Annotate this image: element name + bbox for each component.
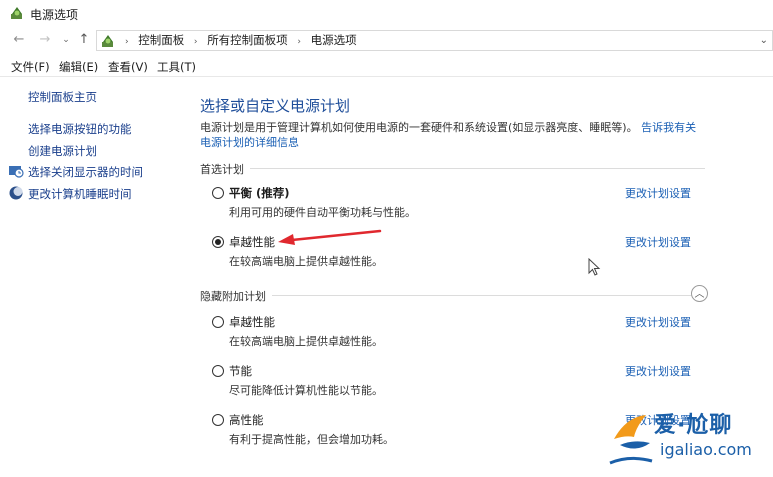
bird-logo-icon bbox=[609, 415, 653, 465]
mouse-cursor-icon bbox=[588, 258, 601, 276]
watermark: 爱·尬聊 igaliao.com bbox=[604, 405, 773, 477]
watermark-url: igaliao.com bbox=[660, 440, 752, 459]
watermark-title: 爱·尬聊 bbox=[654, 413, 733, 438]
